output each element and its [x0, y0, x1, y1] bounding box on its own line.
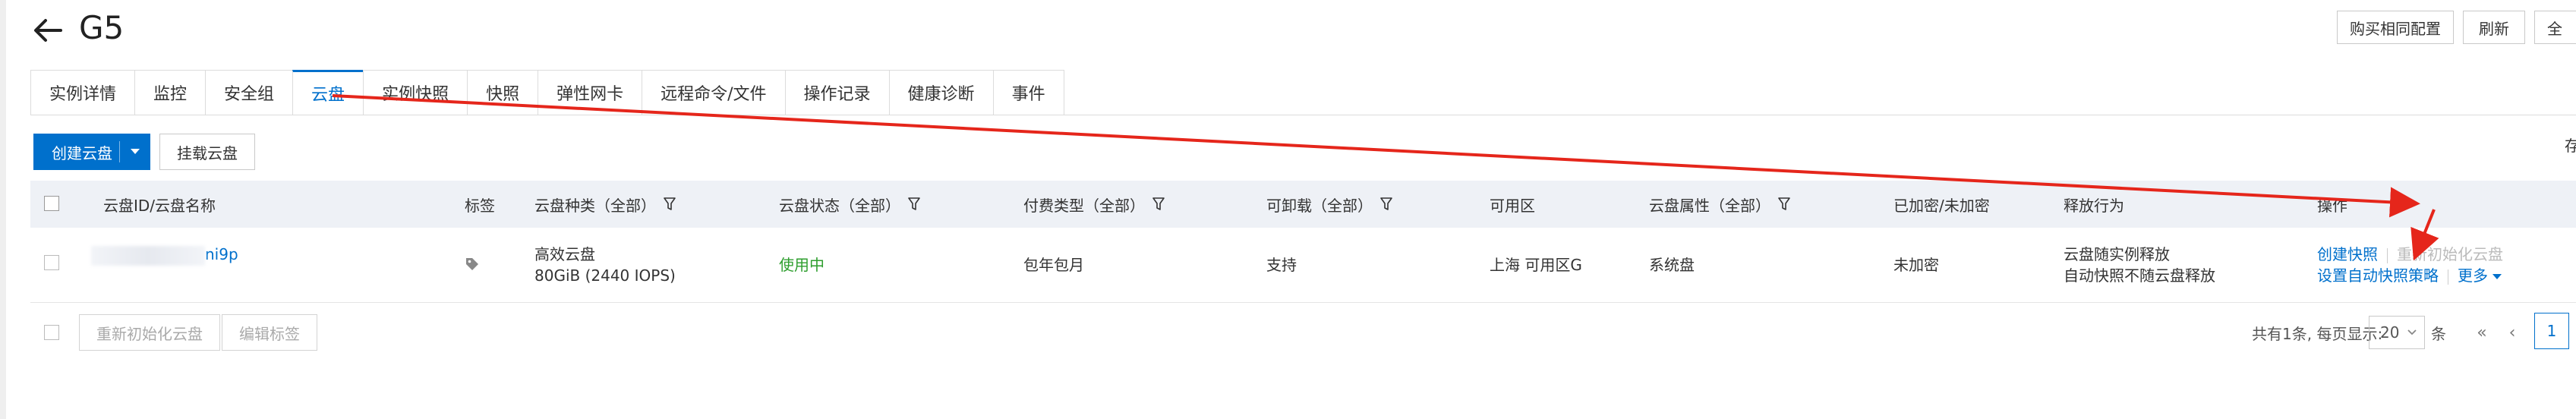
annotation-arrows	[332, 94, 2439, 261]
annotation-arrow-line	[2410, 209, 2439, 261]
annotation-arrow-line	[332, 94, 2420, 218]
